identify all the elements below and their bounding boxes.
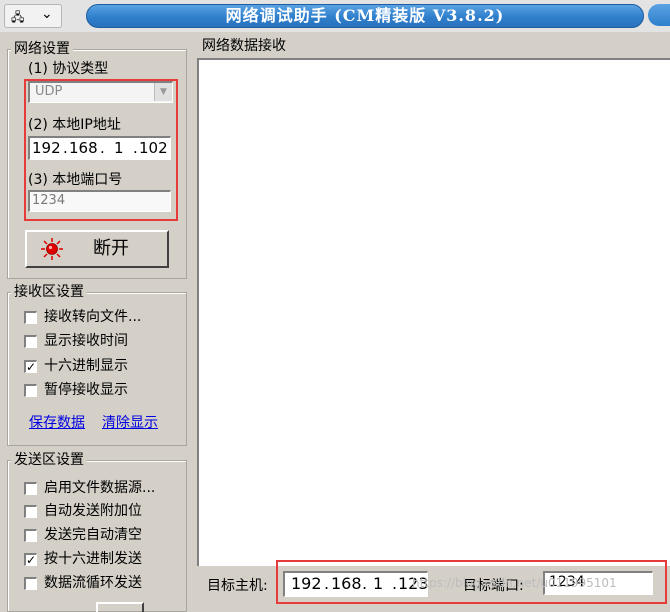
- pause-display-label[interactable]: 暂停接收显示: [44, 381, 128, 399]
- hex-display-checkbox[interactable]: ✓: [24, 360, 37, 373]
- protocol-label: (1) 协议类型: [28, 61, 109, 77]
- window-title: 网络调试助手 (CM精装版 V3.8.2): [86, 4, 644, 28]
- file-source-label[interactable]: 启用文件数据源...: [44, 479, 155, 497]
- hex-display-label[interactable]: 十六进制显示: [44, 357, 128, 375]
- receive-text-area[interactable]: [197, 58, 670, 566]
- system-menu-button[interactable]: 🖧 ⌄: [4, 4, 62, 28]
- status-led-icon: [41, 238, 63, 260]
- send-button-edge[interactable]: [96, 602, 144, 612]
- network-icon: 🖧: [11, 10, 25, 24]
- hex-send-label[interactable]: 按十六进制发送: [44, 550, 142, 568]
- loop-send-checkbox[interactable]: [24, 577, 37, 590]
- save-data-link[interactable]: 保存数据: [29, 412, 85, 432]
- highlight-box-network: [24, 79, 178, 221]
- file-source-checkbox[interactable]: [24, 482, 37, 495]
- chevron-down-icon: ⌄: [41, 6, 53, 22]
- redirect-to-file-label[interactable]: 接收转向文件...: [44, 308, 141, 326]
- append-bits-checkbox[interactable]: [24, 505, 37, 518]
- auto-clear-label[interactable]: 发送完自动清空: [44, 526, 142, 544]
- target-host-label: 目标主机:: [207, 578, 268, 594]
- show-receive-time-label[interactable]: 显示接收时间: [44, 332, 128, 350]
- pause-display-checkbox[interactable]: [24, 384, 37, 397]
- clear-display-link[interactable]: 清除显示: [102, 412, 158, 432]
- title-bar-edge: [648, 4, 670, 26]
- title-bar: 🖧 ⌄ 网络调试助手 (CM精装版 V3.8.2): [0, 0, 670, 32]
- send-settings-legend: 发送区设置: [11, 452, 87, 468]
- auto-clear-checkbox[interactable]: [24, 529, 37, 542]
- hex-send-checkbox[interactable]: ✓: [24, 553, 37, 566]
- network-settings-legend: 网络设置: [11, 41, 73, 57]
- disconnect-label: 断开: [93, 238, 129, 259]
- receive-settings-legend: 接收区设置: [11, 284, 87, 300]
- disconnect-button[interactable]: 断开: [25, 230, 169, 268]
- loop-send-label[interactable]: 数据流循环发送: [44, 574, 142, 592]
- receive-panel-legend: 网络数据接收: [199, 38, 289, 54]
- append-bits-label[interactable]: 自动发送附加位: [44, 502, 142, 520]
- show-receive-time-checkbox[interactable]: [24, 335, 37, 348]
- redirect-to-file-checkbox[interactable]: [24, 311, 37, 324]
- highlight-box-target: [276, 560, 667, 604]
